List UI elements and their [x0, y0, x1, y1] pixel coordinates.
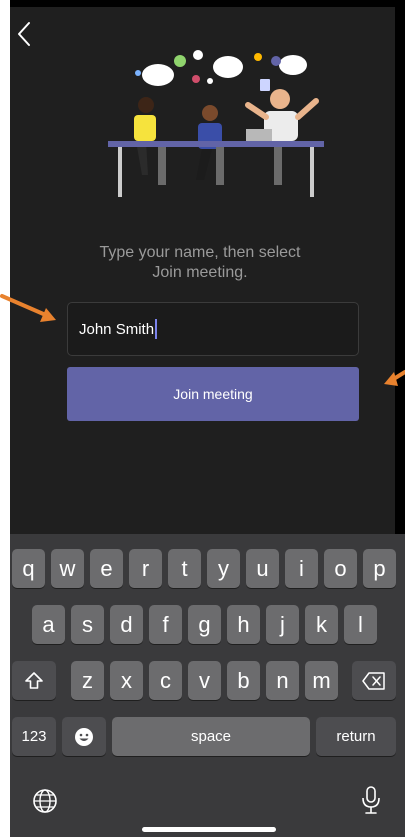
shift-icon: [25, 671, 43, 689]
phone-screen: Type your name, then select Join meeting…: [10, 0, 405, 837]
key-c[interactable]: c: [149, 661, 182, 700]
key-u[interactable]: u: [246, 549, 279, 588]
key-n[interactable]: n: [266, 661, 299, 700]
key-f[interactable]: f: [149, 605, 182, 644]
delete-key[interactable]: [352, 661, 396, 700]
return-key[interactable]: return: [316, 717, 396, 756]
home-indicator[interactable]: [142, 827, 276, 832]
key-o[interactable]: o: [324, 549, 357, 588]
key-l[interactable]: l: [344, 605, 377, 644]
key-s[interactable]: s: [71, 605, 104, 644]
key-t[interactable]: t: [168, 549, 201, 588]
key-a[interactable]: a: [32, 605, 65, 644]
numbers-key[interactable]: 123: [12, 717, 56, 756]
key-p[interactable]: p: [363, 549, 396, 588]
key-x[interactable]: x: [110, 661, 143, 700]
space-key[interactable]: space: [112, 717, 310, 756]
microphone-icon: [362, 786, 380, 814]
back-chevron-icon: [18, 22, 30, 46]
key-y[interactable]: y: [207, 549, 240, 588]
globe-button[interactable]: [30, 786, 60, 816]
key-d[interactable]: d: [110, 605, 143, 644]
key-r[interactable]: r: [129, 549, 162, 588]
instruction-text: Type your name, then select Join meeting…: [50, 243, 350, 283]
instruction-line-1: Type your name, then select: [99, 244, 301, 261]
key-g[interactable]: g: [188, 605, 221, 644]
join-meeting-screen: Type your name, then select Join meeting…: [10, 7, 405, 837]
dictation-button[interactable]: [356, 784, 386, 816]
text-caret: [155, 319, 158, 339]
key-e[interactable]: e: [90, 549, 123, 588]
join-meeting-label: Join meeting: [173, 386, 253, 402]
key-i[interactable]: i: [285, 549, 318, 588]
annotation-arrow-right-icon: [384, 370, 405, 386]
back-button[interactable]: [15, 21, 37, 47]
annotation-arrow-left-icon: [0, 294, 56, 322]
meeting-illustration: [108, 50, 324, 197]
shift-key[interactable]: [12, 661, 56, 700]
join-meeting-button[interactable]: Join meeting: [67, 367, 359, 421]
globe-icon: [33, 789, 57, 813]
emoji-key[interactable]: [62, 717, 106, 756]
name-input-value: John Smith: [79, 320, 155, 338]
delete-icon: [362, 671, 385, 690]
key-h[interactable]: h: [227, 605, 260, 644]
key-m[interactable]: m: [305, 661, 338, 700]
key-v[interactable]: v: [188, 661, 221, 700]
key-k[interactable]: k: [305, 605, 338, 644]
emoji-icon: [75, 727, 93, 746]
onscreen-keyboard: q w e r t y u i o p a s d f g h j k l z …: [10, 534, 405, 837]
key-q[interactable]: q: [12, 549, 45, 588]
key-w[interactable]: w: [51, 549, 84, 588]
key-z[interactable]: z: [71, 661, 104, 700]
name-input[interactable]: John Smith: [67, 302, 359, 356]
key-b[interactable]: b: [227, 661, 260, 700]
instruction-line-2: Join meeting.: [152, 264, 248, 281]
key-j[interactable]: j: [266, 605, 299, 644]
